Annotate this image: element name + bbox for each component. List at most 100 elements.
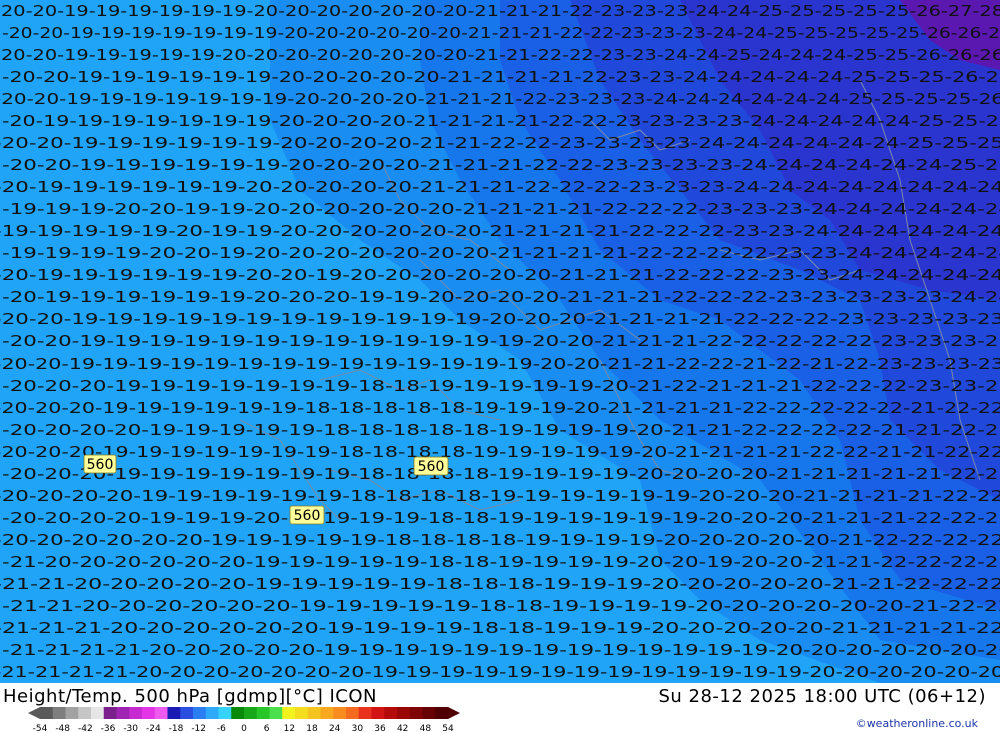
scale-swatch <box>103 707 117 719</box>
scale-tick-label: 12 <box>284 724 295 733</box>
scale-swatch <box>371 707 385 719</box>
scale-swatch <box>116 707 130 719</box>
scale-swatch <box>346 707 360 719</box>
temperature-map-canvas: -20-20-19-19-19-19-19-19-20-20-20-20-20-… <box>0 0 1000 683</box>
temperature-row: -20-20-19-19-19-19-19-19-19-19-19-19-19-… <box>2 332 1000 350</box>
temperature-row: -20-20-20-19-19-19-19-19-19-18-18-18-18-… <box>0 399 1000 417</box>
temperature-row: -19-19-19-20-20-19-19-20-20-20-20-20-20-… <box>2 200 1000 218</box>
scale-swatch <box>218 707 232 719</box>
temperature-row: -21-21-21-20-20-20-20-20-20-19-19-19-19-… <box>0 619 1000 637</box>
scale-swatch <box>231 707 245 719</box>
scale-tick-label: 36 <box>374 724 386 733</box>
scale-ticks: -54 -48 -42 -36 -30 -24 -18 -12 -6 0 6 12 18 24 30 36 42… <box>33 724 454 733</box>
scale-tick-label: 6 <box>264 724 270 733</box>
contour-label-3: 560 <box>289 505 325 525</box>
temperature-row: -21-21-20-20-20-20-20-20-19-19-19-19-19-… <box>2 597 1000 615</box>
scale-swatch <box>129 707 143 719</box>
scale-tick-label: -18 <box>169 724 184 733</box>
temperature-row: -20-19-19-19-19-19-19-20-20-19-20-20-20-… <box>0 266 1000 284</box>
temperature-row: -20-20-19-19-19-19-19-20-20-20-20-20-20-… <box>0 46 1000 64</box>
credit-link[interactable]: ©weatheronline.co.uk <box>856 717 978 730</box>
temperature-row: -20-20-20-20-19-19-19-20-19-19-19-19-18-… <box>2 509 1000 527</box>
scale-swatch <box>282 707 296 719</box>
scale-swatch <box>397 707 411 719</box>
temperature-row: -20-20-20-20-19-19-19-19-19-18-18-18-18-… <box>2 421 1000 439</box>
scale-tick-label: 42 <box>397 724 408 733</box>
scale-swatch <box>358 707 372 719</box>
scale-swatch <box>333 707 347 719</box>
scale-tick-label: -24 <box>146 724 161 733</box>
contour-label-2: 560 <box>413 456 449 476</box>
temperature-row: -20-20-19-19-19-19-19-19-19-20-20-20-20-… <box>2 24 1000 42</box>
temperature-row: -20-20-20-19-19-19-19-19-19-19-18-18-18-… <box>0 443 1000 461</box>
temperature-row: -20-19-19-19-19-19-19-19-20-20-20-20-21-… <box>2 112 1000 130</box>
scale-swatch <box>409 707 423 719</box>
temperature-row: -20-19-19-19-19-19-19-20-20-20-20-20-21-… <box>0 178 1000 196</box>
scale-swatch <box>244 707 258 719</box>
forecast-time: Su 28-12 2025 18:00 UTC (06+12) <box>658 686 986 707</box>
map-footer: Height/Temp. 500 hPa [gdmp][°C] ICON Su … <box>0 683 1000 733</box>
scale-tick-label: -30 <box>123 724 138 733</box>
scale-tick-label: 24 <box>329 724 341 733</box>
scale-swatch <box>256 707 270 719</box>
scale-tick-label: 18 <box>306 724 318 733</box>
temperature-row: -21-21-20-20-20-20-20-19-19-19-19-19-18-… <box>0 575 1000 593</box>
scale-tick-label: -6 <box>217 724 226 733</box>
scale-swatch <box>320 707 334 719</box>
temperature-row: -20-20-20-20-19-19-19-19-19-19-18-18-18-… <box>0 487 1000 505</box>
temperature-row: -21-20-20-20-20-20-20-19-19-19-19-19-18-… <box>2 553 1000 571</box>
scale-swatch <box>269 707 283 719</box>
scale-swatch <box>65 707 79 719</box>
scale-arrow-left <box>28 707 40 719</box>
scale-tick-label: -42 <box>78 724 93 733</box>
scale-swatch <box>193 707 207 719</box>
scale-swatch <box>91 707 105 719</box>
temperature-row: -20-20-20-19-19-19-19-19-19-19-18-18-18-… <box>2 465 1000 483</box>
scale-swatch <box>435 707 449 719</box>
contour-label-text: 560 <box>418 459 445 475</box>
scale-swatch <box>78 707 92 719</box>
contour-label-1: 560 <box>83 454 117 474</box>
scale-tick-label: 54 <box>442 724 454 733</box>
temperature-row: -20-20-19-19-19-19-19-19-20-20-20-20-21-… <box>2 156 1000 174</box>
temperature-row: -20-20-20-19-19-19-19-19-19-19-18-18-19-… <box>2 377 1000 395</box>
temperature-row: -20-20-19-19-19-19-19-19-19-20-20-20-20-… <box>0 90 1000 108</box>
scale-swatch <box>40 707 54 719</box>
scale-swatch <box>295 707 309 719</box>
scale-tick-label: -12 <box>191 724 206 733</box>
scale-arrow-right <box>448 707 460 719</box>
temperature-row: -20-20-20-20-20-20-19-19-19-19-19-18-18-… <box>0 531 1000 549</box>
temperature-row: -20-20-19-19-19-19-19-19-20-20-20-20-20-… <box>0 2 1000 20</box>
temperature-row: -20-20-19-19-19-19-19-19-20-20-20-20-20-… <box>2 68 1000 86</box>
temperature-row: -20-20-19-19-19-19-19-19-19-19-19-19-19-… <box>0 355 1000 373</box>
scale-swatch <box>167 707 181 719</box>
scale-tick-label: 48 <box>420 724 432 733</box>
temperature-row: -19-19-19-19-19-20-19-19-20-20-20-20-20-… <box>0 222 1000 240</box>
temperature-labels: -20-20-19-19-19-19-19-19-20-20-20-20-20-… <box>0 2 1000 681</box>
temperature-row: -20-20-19-19-19-19-19-19-20-20-20-20-21-… <box>0 134 1000 152</box>
temperature-row: -21-21-21-21-20-20-20-20-20-19-19-19-19-… <box>2 641 1000 659</box>
scale-tick-label: -48 <box>55 724 70 733</box>
scale-tick-label: -36 <box>101 724 116 733</box>
temperature-row: -21-21-21-21-20-20-20-20-20-20-20-19-19-… <box>0 663 1000 681</box>
scale-tick-label: 30 <box>352 724 364 733</box>
temperature-row: -19-19-19-19-20-20-19-20-20-20-20-20-20-… <box>2 244 1000 262</box>
scale-swatch <box>422 707 436 719</box>
temperature-row: -20-20-19-19-19-19-19-19-19-19-19-19-19-… <box>0 310 1000 328</box>
scale-bars <box>28 707 460 719</box>
scale-swatch <box>154 707 168 719</box>
scale-swatch <box>52 707 66 719</box>
scale-swatch <box>180 707 194 719</box>
scale-swatch <box>307 707 321 719</box>
map-title: Height/Temp. 500 hPa [gdmp][°C] ICON <box>3 686 377 707</box>
weather-map: -20-20-19-19-19-19-19-19-20-20-20-20-20-… <box>0 0 1000 683</box>
scale-tick-label: 0 <box>241 724 247 733</box>
temperature-row: -20-19-19-19-19-19-19-20-20-20-19-19-20-… <box>2 288 1000 306</box>
scale-swatch <box>384 707 398 719</box>
scale-swatch <box>142 707 156 719</box>
color-scale-legend: -54 -48 -42 -36 -30 -24 -18 -12 -6 0 6 12 18 24 30 36 42… <box>28 707 460 733</box>
scale-tick-label: -54 <box>33 724 48 733</box>
scale-swatch <box>205 707 219 719</box>
contour-label-text: 560 <box>294 508 321 524</box>
contour-label-text: 560 <box>87 457 114 473</box>
